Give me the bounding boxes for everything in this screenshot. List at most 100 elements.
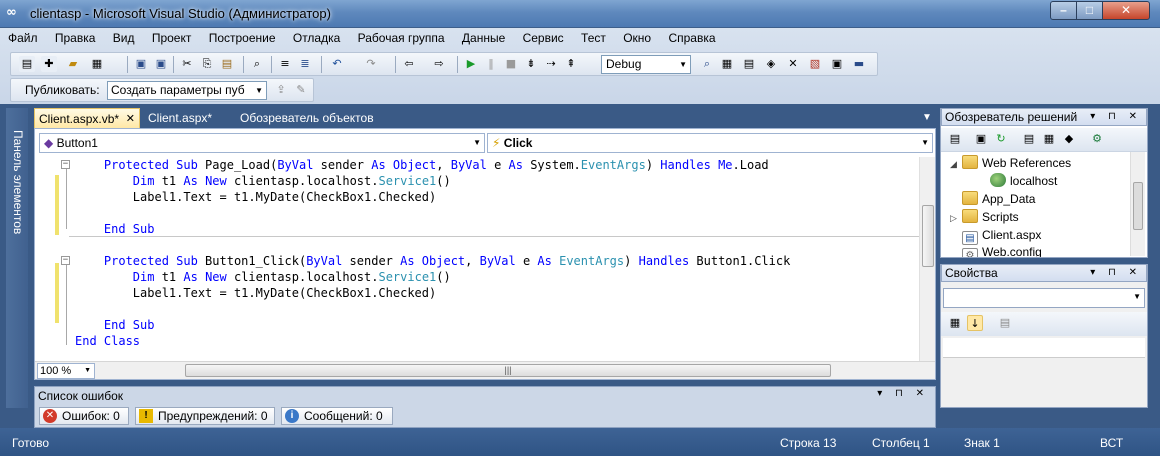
add-item-icon[interactable]: ✚ <box>41 56 57 72</box>
messages-filter-button[interactable]: i Сообщений: 0 <box>281 407 393 425</box>
new-item-icon[interactable]: ▦ <box>89 56 105 72</box>
tab-object-browser[interactable]: Обозреватель объектов <box>236 108 378 128</box>
solution-explorer-toolbar: ▤ ▣ ↻ ▤ ▦ ◆ ⚙ <box>941 128 1147 152</box>
scrollbar-thumb[interactable] <box>1133 182 1143 230</box>
messages-count: Сообщений: 0 <box>304 409 383 423</box>
tree-item-label: Web.config <box>982 245 1042 257</box>
tree-item-label: localhost <box>1010 174 1058 188</box>
categorized-icon[interactable]: ▦ <box>947 315 963 331</box>
errors-filter-button[interactable]: ✕ Ошибок: 0 <box>39 407 129 425</box>
expanded-triangle-icon[interactable]: ◢ <box>950 155 962 173</box>
config-file-icon: ⚙ <box>962 248 978 257</box>
menu-tools[interactable]: Сервис <box>523 31 564 45</box>
class-name-select[interactable]: ◆ Button1 ▼ <box>39 133 485 153</box>
command-window-icon[interactable]: ▬ <box>851 56 867 72</box>
method-name-select[interactable]: ⚡ Click ▼ <box>487 133 933 153</box>
copy-website-icon[interactable]: ⚙ <box>1089 131 1105 147</box>
close-window-button[interactable]: ✕ <box>1102 1 1150 20</box>
menu-data[interactable]: Данные <box>462 31 505 45</box>
view-designer-icon[interactable]: ▦ <box>1041 131 1057 147</box>
step-out-icon[interactable]: ⇞ <box>563 56 579 72</box>
toolbox-icon[interactable]: ✕ <box>785 56 801 72</box>
collapse-region-icon[interactable]: − <box>61 160 70 169</box>
paste-icon[interactable]: ▤ <box>219 56 235 72</box>
undo-icon[interactable]: ↶ <box>329 56 345 72</box>
save-all-icon[interactable]: ▣ <box>153 56 169 72</box>
show-all-files-icon[interactable]: ▣ <box>973 131 989 147</box>
code-line-12: End Class <box>75 334 141 348</box>
menu-test[interactable]: Тест <box>581 31 606 45</box>
panel-controls-icon[interactable]: ▾ ⊓ ✕ <box>1090 109 1142 125</box>
tab-overflow-icon[interactable]: ▼ <box>918 108 936 128</box>
navigate-backward-icon[interactable]: ⇦ <box>401 56 417 72</box>
view-markup-icon[interactable]: ◆ <box>1061 131 1077 147</box>
menu-window[interactable]: Окно <box>623 31 651 45</box>
publish-profile-select[interactable]: Создать параметры пуб ▼ <box>107 81 267 100</box>
menu-help[interactable]: Справка <box>668 31 715 45</box>
scrollbar-thumb[interactable] <box>922 205 934 267</box>
panel-controls-icon[interactable]: ▾ ⊓ ✕ <box>1090 265 1142 281</box>
find-in-files-icon[interactable]: ⌕ <box>699 56 715 72</box>
save-icon[interactable]: ▣ <box>133 56 149 72</box>
menu-file[interactable]: Файл <box>8 31 38 45</box>
toolbox-label[interactable]: Панель элементов <box>9 130 25 240</box>
comment-icon[interactable]: ≡ <box>277 56 293 72</box>
minimize-button[interactable]: – <box>1050 1 1077 20</box>
pause-icon[interactable]: ‖ <box>483 56 499 72</box>
menu-debug[interactable]: Отладка <box>293 31 340 45</box>
extension-manager-icon[interactable]: ▣ <box>829 56 845 72</box>
tab-client-aspx-vb[interactable]: Client.aspx.vb* ✕ <box>34 108 140 128</box>
property-pages-icon[interactable]: ▤ <box>997 315 1013 331</box>
tree-item-web-config[interactable]: ⚙ Web.config <box>962 243 1042 257</box>
redo-icon[interactable]: ↷ <box>363 56 379 72</box>
solution-configuration-select[interactable]: Debug ▼ <box>601 55 691 74</box>
alphabetical-icon[interactable]: ↓ <box>967 315 983 331</box>
editor-horizontal-scrollbar[interactable]: ||| <box>99 364 919 378</box>
solution-explorer-icon[interactable]: ▦ <box>719 56 735 72</box>
view-code-icon[interactable]: ▤ <box>1021 131 1037 147</box>
tab-client-aspx[interactable]: Client.aspx* <box>144 108 216 128</box>
properties-icon[interactable]: ▤ <box>947 131 963 147</box>
maximize-button[interactable]: □ <box>1076 1 1103 20</box>
menu-build[interactable]: Построение <box>209 31 276 45</box>
editor-vertical-scrollbar[interactable] <box>919 157 935 363</box>
menu-edit[interactable]: Правка <box>55 31 96 45</box>
open-file-icon[interactable]: ▰ <box>65 56 81 72</box>
object-browser-icon[interactable]: ◈ <box>763 56 779 72</box>
code-area[interactable]: − − Protected Sub Page_Load(ByVal sender… <box>35 157 919 363</box>
refresh-icon[interactable]: ↻ <box>993 131 1009 147</box>
close-icon[interactable]: ✕ <box>126 109 135 129</box>
menu-project[interactable]: Проект <box>152 31 192 45</box>
menu-team[interactable]: Рабочая группа <box>358 31 445 45</box>
start-page-icon[interactable]: ▧ <box>807 56 823 72</box>
menu-view[interactable]: Вид <box>113 31 135 45</box>
tree-item-localhost[interactable]: localhost <box>990 172 1057 190</box>
find-icon[interactable]: ⌕ <box>249 56 265 72</box>
panel-controls-icon[interactable]: ▾ ⊓ ✕ <box>877 388 929 399</box>
publish-web-icon[interactable]: ⇪ <box>273 82 289 98</box>
step-into-icon[interactable]: ⇟ <box>523 56 539 72</box>
tree-item-app-data[interactable]: App_Data <box>962 190 1035 208</box>
collapsed-triangle-icon[interactable]: ▷ <box>950 209 962 227</box>
warnings-filter-button[interactable]: ! Предупреждений: 0 <box>135 407 275 425</box>
solution-explorer-scrollbar[interactable] <box>1130 152 1145 256</box>
publish-settings-icon[interactable]: ✎ <box>293 82 309 98</box>
scrollbar-thumb[interactable]: ||| <box>185 364 831 377</box>
collapse-region-icon[interactable]: − <box>61 256 70 265</box>
step-over-icon[interactable]: ⇢ <box>543 56 559 72</box>
navigate-forward-icon[interactable]: ⇨ <box>431 56 447 72</box>
new-project-icon[interactable]: ▤ <box>19 56 35 72</box>
properties-grid[interactable] <box>943 338 1145 358</box>
info-icon: i <box>285 409 299 423</box>
zoom-select[interactable]: 100 % ▼ <box>37 363 95 379</box>
tree-item-scripts[interactable]: ▷ Scripts <box>950 208 1019 226</box>
stop-icon[interactable]: ■ <box>503 56 519 72</box>
cut-icon[interactable]: ✂ <box>179 56 195 72</box>
tree-item-client-aspx[interactable]: ▤ Client.aspx <box>962 226 1041 245</box>
start-debugging-icon[interactable]: ▶ <box>463 56 479 72</box>
uncomment-icon[interactable]: ≣ <box>297 56 313 72</box>
properties-object-select[interactable]: ▼ <box>943 288 1145 308</box>
tree-item-web-references[interactable]: ◢ Web References <box>950 154 1071 172</box>
copy-icon[interactable]: ⎘ <box>199 56 215 72</box>
properties-window-icon[interactable]: ▤ <box>741 56 757 72</box>
